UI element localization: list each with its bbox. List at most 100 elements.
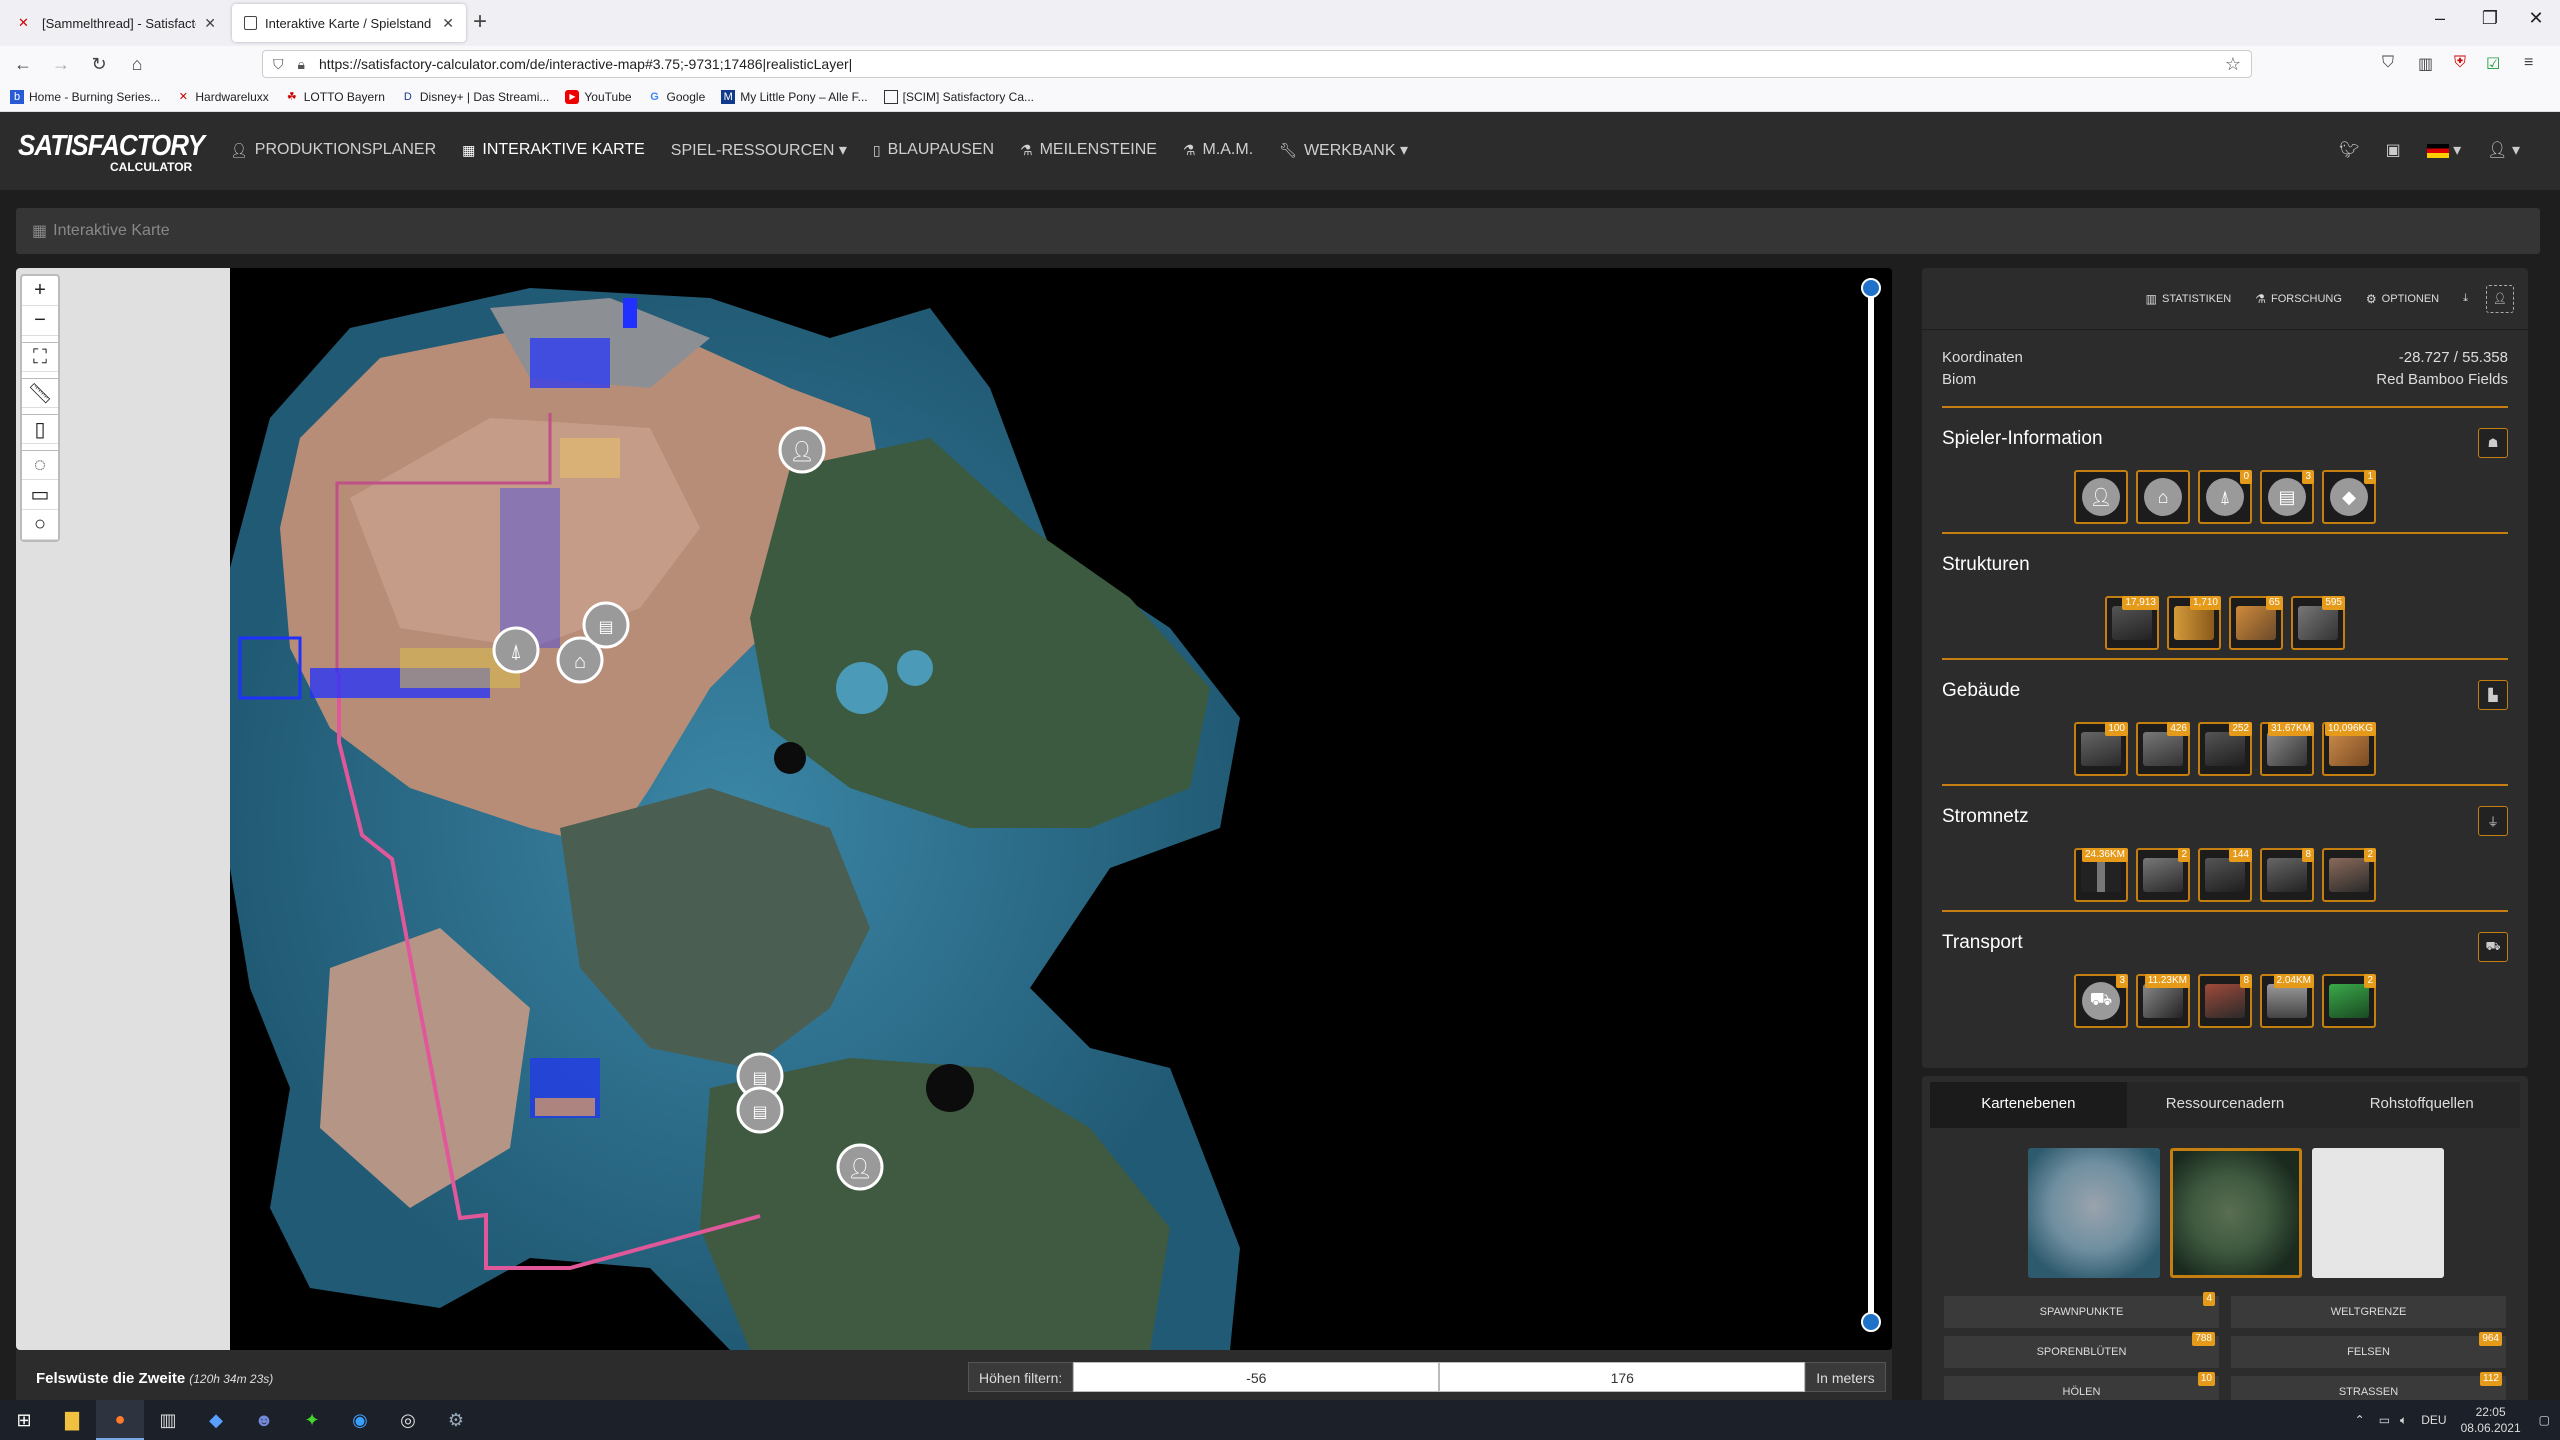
slider-handle-bottom[interactable] — [1861, 1312, 1881, 1332]
forward-arrow-icon[interactable]: → — [46, 54, 76, 75]
app-icon[interactable]: ◆ — [192, 1400, 240, 1440]
statistics-button[interactable]: ▥ STATISTIKEN — [2146, 292, 2232, 306]
maximize-button[interactable]: ❐ — [2470, 8, 2510, 29]
ruler-icon[interactable]: 📏︎ — [22, 378, 58, 408]
nav-workbench[interactable]: 🔧︎ WERKBANK ▾ — [1279, 140, 1408, 160]
zoom-in-button[interactable]: + — [22, 276, 58, 306]
chat-icon[interactable]: ▣ — [2386, 140, 2401, 160]
train-toggle-icon[interactable]: ⛟ — [2478, 932, 2508, 962]
world-border-toggle[interactable]: WELTGRENZE — [2231, 1296, 2506, 1328]
storage-marker[interactable]: ▤ — [736, 1086, 784, 1134]
tab-resource-nodes[interactable]: Ressourcenadern — [2127, 1082, 2324, 1128]
nav-game-resources[interactable]: SPIEL-RESSOURCEN ▾ — [671, 140, 847, 160]
site-logo[interactable]: SATISFACTORY CALCULATOR — [18, 128, 205, 174]
nav-production-planner[interactable]: 👤︎ PRODUKTIONSPLANER — [230, 140, 436, 160]
shield-icon[interactable]: ⛉ — [273, 56, 284, 73]
taskmanager-icon[interactable]: ▥ — [144, 1400, 192, 1440]
url-bar[interactable]: ⛉ 🔒︎ https://satisfactory-calculator.com… — [262, 50, 2252, 78]
bookmark-item[interactable]: M My Little Pony – Alle F... — [721, 89, 868, 104]
player-marker[interactable]: 👤︎ — [778, 426, 826, 474]
explorer-icon[interactable]: ▇ — [48, 1400, 96, 1440]
power-line-button[interactable]: 24.36KM — [2074, 848, 2128, 902]
wall-button[interactable]: 1,710 — [2167, 596, 2221, 650]
nav-milestones[interactable]: ⚗︎ MEILENSTEINE — [1020, 140, 1157, 160]
spawn-points-toggle[interactable]: SPAWNPUNKTE 4 — [1944, 1292, 2219, 1328]
train-station-button[interactable]: 8 — [2198, 974, 2252, 1028]
power-tower-button[interactable]: 2 — [2322, 848, 2376, 902]
bookmark-item[interactable]: ▶ YouTube — [565, 89, 632, 104]
height-slider[interactable] — [1861, 278, 1881, 1332]
menu-icon[interactable]: ≡ — [2524, 54, 2533, 72]
slider-handle-top[interactable] — [1861, 278, 1881, 298]
checkmark-extension-icon[interactable]: ☑ — [2486, 54, 2500, 74]
steam-icon[interactable]: ⚙︎ — [432, 1400, 480, 1440]
generator-button[interactable]: 2 — [2136, 848, 2190, 902]
nav-interactive-map[interactable]: ▦ INTERAKTIVE KARTE — [462, 140, 645, 160]
bookmark-item[interactable]: [SCIM] Satisfactory Ca... — [883, 89, 1034, 104]
space-elevator-marker[interactable]: ⍋ — [492, 626, 540, 674]
height-min-input[interactable]: -56 — [1073, 1362, 1440, 1392]
new-tab-button[interactable]: + — [464, 8, 496, 36]
bookmark-item[interactable]: ☘ LOTTO Bayern — [285, 90, 385, 104]
assembler-button[interactable]: 252 — [2198, 722, 2252, 776]
drop-pod-button[interactable]: ◆ 1 — [2322, 470, 2376, 524]
tab-map-layers[interactable]: Kartenebenen — [1930, 1082, 2127, 1128]
research-button[interactable]: ⚗︎ FORSCHUNG — [2255, 292, 2342, 306]
bookmark-item[interactable]: ✕ Hardwareluxx — [176, 90, 269, 104]
zoom-out-button[interactable]: − — [22, 306, 58, 336]
bookmark-item[interactable]: D Disney+ | Das Streami... — [401, 90, 549, 104]
bookmark-item[interactable]: b Home - Burning Series... — [10, 89, 160, 104]
info-box-icon[interactable]: ▯ — [22, 414, 58, 444]
browser-tab-interactive-map[interactable]: Interaktive Karte / Spielstand Ed ✕ — [232, 4, 466, 42]
notification-icon[interactable]: ▢ — [2539, 1413, 2550, 1427]
player-button[interactable]: 👤︎ — [2074, 470, 2128, 524]
sidebar-icon[interactable]: ▥ — [2418, 54, 2433, 74]
razer-icon[interactable]: ✦ — [288, 1400, 336, 1440]
hub-button[interactable]: ⌂ — [2136, 470, 2190, 524]
tab-resource-sources[interactable]: Rohstoffquellen — [2323, 1082, 2520, 1128]
nav-mam[interactable]: ⚗︎ M.A.M. — [1183, 140, 1253, 160]
height-max-input[interactable]: 176 — [1439, 1362, 1806, 1392]
player-toggle-icon[interactable]: ☗ — [2478, 428, 2508, 458]
fullscreen-button[interactable]: ⛶ — [22, 342, 58, 372]
close-tab-icon[interactable]: ✕ — [204, 15, 216, 32]
browser-tab-forum[interactable]: ✕ [Sammelthread] - Satisfactory | ✕ — [6, 4, 228, 42]
plug-toggle-icon[interactable]: ⏚ — [2478, 806, 2508, 836]
firefox-icon[interactable]: ● — [96, 1400, 144, 1440]
walkway-button[interactable]: 595 — [2291, 596, 2345, 650]
reload-icon[interactable]: ↻ — [84, 54, 114, 75]
miner-button[interactable]: 100 — [2074, 722, 2128, 776]
nav-blueprints[interactable]: ▯ BLAUPAUSEN — [873, 140, 994, 160]
rocks-toggle[interactable]: FELSEN 964 — [2231, 1332, 2506, 1368]
bookmark-star-icon[interactable]: ☆ — [2225, 54, 2241, 75]
foundation-button[interactable]: 17,913 — [2105, 596, 2159, 650]
pipeline-button[interactable]: 2.04KM — [2260, 974, 2314, 1028]
language-selector[interactable]: ▾ — [2426, 140, 2461, 160]
storage-button[interactable]: ▤ 3 — [2260, 470, 2314, 524]
origin-icon[interactable]: ◎ — [384, 1400, 432, 1440]
constructor-button[interactable]: 426 — [2136, 722, 2190, 776]
chevron-up-icon[interactable]: ⌃ — [2355, 1413, 2365, 1427]
extension-icon[interactable]: ⛨ — [2454, 54, 2466, 72]
layer-thumb-blank[interactable] — [2312, 1148, 2444, 1278]
rectangle-select-icon[interactable]: ▭ — [22, 480, 58, 510]
account-menu[interactable]: 👤︎ ▾ — [2487, 140, 2520, 160]
options-button[interactable]: ⚙︎ OPTIONEN — [2366, 292, 2439, 306]
power-switch-button[interactable]: 8 — [2260, 848, 2314, 902]
lock-icon[interactable]: 🔒︎ — [298, 56, 305, 73]
bookmark-item[interactable]: G Google — [648, 90, 705, 104]
player-marker[interactable]: 👤︎ — [836, 1143, 884, 1191]
discord-icon[interactable]: ☻ — [240, 1400, 288, 1440]
ramp-button[interactable]: 65 — [2229, 596, 2283, 650]
clock[interactable]: 22:05 08.06.2021 — [2461, 1404, 2521, 1436]
start-button[interactable]: ⊞ — [0, 1400, 48, 1440]
conveyor-button[interactable]: 31.67KM — [2260, 722, 2314, 776]
pocket-icon[interactable]: ⛉ — [2382, 54, 2394, 72]
power-storage-button[interactable]: 144 — [2198, 848, 2252, 902]
battlenet-icon[interactable]: ◉ — [336, 1400, 384, 1440]
home-icon[interactable]: ⌂ — [122, 54, 152, 75]
close-window-button[interactable]: ✕ — [2516, 8, 2556, 29]
lasso-icon[interactable]: ◌ — [22, 450, 58, 480]
storage-container-button[interactable]: 10,096KG — [2322, 722, 2376, 776]
storage-marker[interactable]: ▤ — [582, 601, 630, 649]
